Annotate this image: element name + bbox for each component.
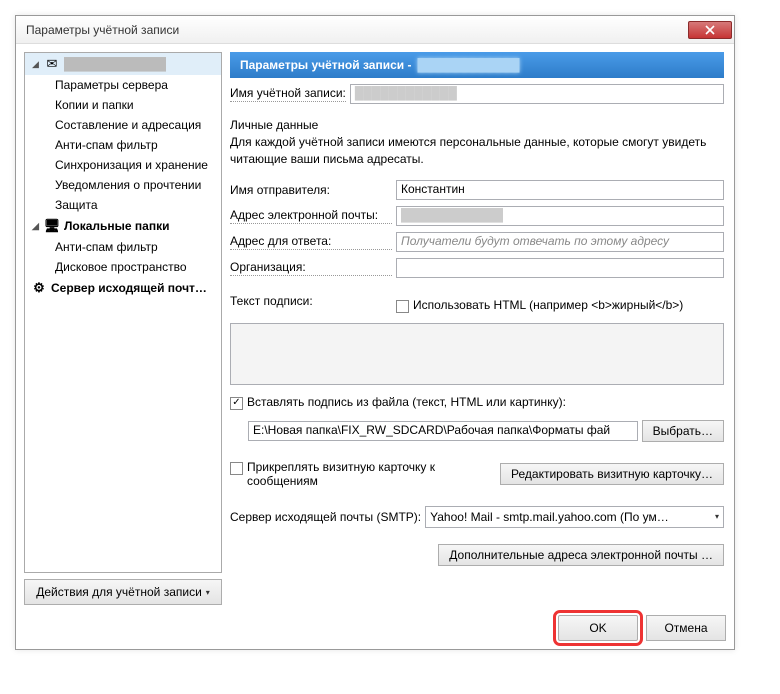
tree-item-security[interactable]: Защита [25, 195, 221, 215]
personal-desc: Для каждой учётной записи имеются персон… [230, 134, 724, 168]
sender-input[interactable]: Константин [396, 180, 724, 200]
email-label: Адрес электронной почты: [230, 208, 392, 224]
mail-icon: ✉ [44, 56, 60, 72]
server-icon: ⚙ [31, 280, 47, 296]
window-title: Параметры учётной записи [26, 23, 179, 37]
cancel-button[interactable]: Отмена [646, 615, 726, 641]
sig-from-file-label: Вставлять подпись из файла (текст, HTML … [247, 395, 566, 409]
tree-item-compose[interactable]: Составление и адресация [25, 115, 221, 135]
account-name-input[interactable]: ████████████ [350, 84, 724, 104]
tree-item-receipts[interactable]: Уведомления о прочтении [25, 175, 221, 195]
account-actions-button[interactable]: Действия для учётной записи [24, 579, 222, 605]
tree-item-copies[interactable]: Копии и папки [25, 95, 221, 115]
sig-from-file-checkbox[interactable]: ✓ [230, 397, 243, 410]
org-input[interactable] [396, 258, 724, 278]
smtp-combo[interactable]: Yahoo! Mail - smtp.mail.yahoo.com (По ум… [425, 506, 724, 528]
sig-file-path-input[interactable]: E:\Новая папка\FIX_RW_SDCARD\Рабочая пап… [248, 421, 638, 441]
tree-local-folders[interactable]: ◢ 🖥 Локальные папки [25, 215, 221, 237]
tree-local-spam[interactable]: Анти-спам фильтр [25, 237, 221, 257]
signature-label: Текст подписи: [230, 294, 392, 308]
account-name-label: Имя учётной записи: [230, 86, 346, 102]
org-label: Организация: [230, 260, 392, 276]
collapse-icon: ◢ [31, 60, 40, 69]
choose-file-button[interactable]: Выбрать… [642, 420, 724, 442]
settings-form: Параметры учётной записи - ████████████ … [230, 52, 726, 605]
form-banner: Параметры учётной записи - ████████████ [230, 52, 724, 78]
use-html-label: Использовать HTML (например <b>жирный</b… [413, 298, 683, 312]
tree-item-server[interactable]: Параметры сервера [25, 75, 221, 95]
tree-item-spam[interactable]: Анти-спам фильтр [25, 135, 221, 155]
ok-button[interactable]: OK [558, 615, 638, 641]
vcard-checkbox[interactable] [230, 462, 243, 475]
tree-smtp[interactable]: ⚙ Сервер исходящей почт… [25, 277, 221, 299]
vcard-label: Прикреплять визитную карточку к сообщени… [247, 460, 447, 488]
use-html-checkbox[interactable] [396, 300, 409, 313]
smtp-label: Сервер исходящей почты (SMTP): [230, 510, 421, 524]
titlebar: Параметры учётной записи [16, 16, 734, 44]
edit-vcard-button[interactable]: Редактировать визитную карточку… [500, 463, 724, 485]
tree-item-sync[interactable]: Синхронизация и хранение [25, 155, 221, 175]
personal-section-title: Личные данные [230, 118, 724, 132]
tree-local-disk[interactable]: Дисковое пространство [25, 257, 221, 277]
reply-input[interactable]: Получатели будут отвечать по этому адрес… [396, 232, 724, 252]
account-tree[interactable]: ◢ ✉ ████████████ Параметры сервера Копии… [24, 52, 222, 573]
account-settings-dialog: Параметры учётной записи ◢ ✉ ███████████… [15, 15, 735, 650]
signature-textarea[interactable] [230, 323, 724, 385]
tree-account-root[interactable]: ◢ ✉ ████████████ [25, 53, 221, 75]
close-button[interactable] [688, 21, 732, 39]
collapse-icon: ◢ [31, 222, 40, 231]
computer-icon: 🖥 [44, 218, 60, 234]
extra-emails-button[interactable]: Дополнительные адреса электронной почты … [438, 544, 724, 566]
reply-label: Адрес для ответа: [230, 234, 392, 250]
sender-label: Имя отправителя: [230, 183, 392, 197]
email-input[interactable]: ████████████ [396, 206, 724, 226]
